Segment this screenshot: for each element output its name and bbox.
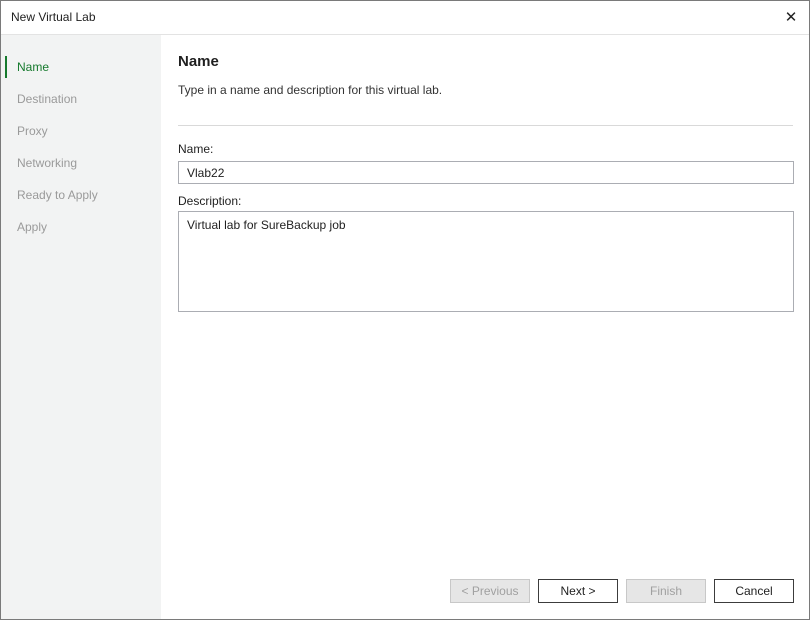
description-field[interactable]: Virtual lab for SureBackup job (178, 211, 794, 312)
step-ready-to-apply[interactable]: Ready to Apply (5, 184, 161, 206)
previous-button[interactable]: < Previous (450, 579, 530, 603)
step-destination[interactable]: Destination (5, 88, 161, 110)
step-label: Destination (17, 92, 78, 106)
wizard-content: Name Type in a name and description for … (162, 35, 809, 619)
name-label: Name: (178, 142, 214, 156)
divider (178, 125, 793, 126)
step-label: Name (17, 60, 50, 74)
name-field[interactable] (178, 161, 794, 184)
wizard-window: New Virtual Lab ✕ Name Destination Proxy… (0, 0, 810, 620)
page-subtitle: Type in a name and description for this … (178, 83, 443, 97)
step-label: Networking (17, 156, 78, 170)
window-title: New Virtual Lab (11, 10, 96, 24)
step-networking[interactable]: Networking (5, 152, 161, 174)
next-button[interactable]: Next > (538, 579, 618, 603)
step-label: Proxy (17, 124, 48, 138)
step-label: Ready to Apply (17, 188, 98, 202)
step-proxy[interactable]: Proxy (5, 120, 161, 142)
cancel-button[interactable]: Cancel (714, 579, 794, 603)
description-label: Description: (178, 194, 242, 208)
active-step-indicator (5, 56, 7, 78)
wizard-steps-sidebar: Name Destination Proxy Networking Ready … (1, 35, 161, 619)
step-label: Apply (17, 220, 48, 234)
close-icon[interactable]: ✕ (777, 4, 805, 30)
step-apply[interactable]: Apply (5, 216, 161, 238)
title-bar: New Virtual Lab ✕ (1, 1, 809, 35)
finish-button[interactable]: Finish (626, 579, 706, 603)
page-title: Name (178, 53, 219, 70)
step-name[interactable]: Name (5, 56, 161, 78)
